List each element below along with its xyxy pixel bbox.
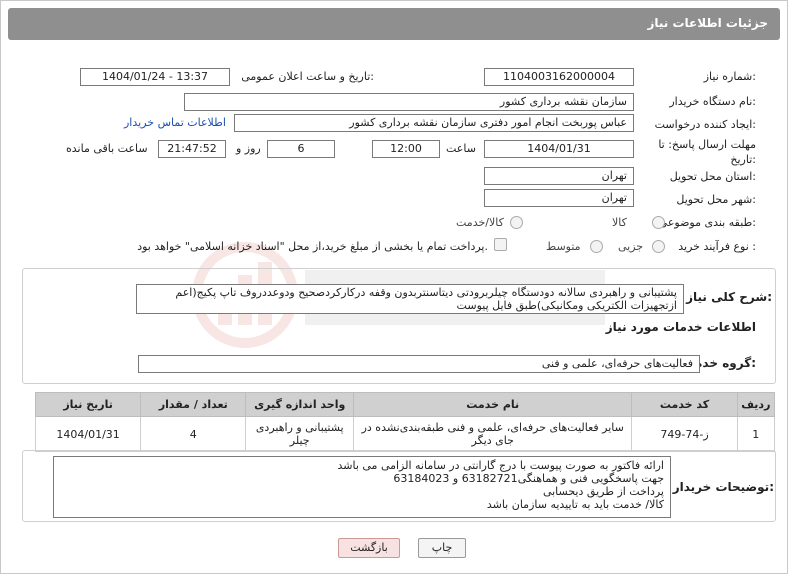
province-field: تهران	[484, 167, 634, 185]
page-title: جزئیات اطلاعات نیاز	[647, 16, 768, 30]
announce-date-field: 1404/01/24 - 13:37	[80, 68, 230, 86]
city-field: تهران	[484, 189, 634, 207]
province-label: استان محل تحویل:	[669, 170, 756, 183]
buyer-note-line: پرداخت از طریق دیحسابی	[542, 485, 664, 498]
city-label: شهر محل تحویل:	[676, 193, 756, 206]
description-label: شرح کلی نیاز:	[686, 290, 772, 304]
process-option-minor: جزیی	[618, 240, 644, 253]
cell-unit: پشتیبانی و راهبردی چیلر	[245, 416, 355, 452]
cell-service-name: سایر فعالیت‌های حرفه‌ای، علمی و فنی طبقه…	[353, 416, 633, 452]
deadline-time-field: 12:00	[372, 140, 440, 158]
deadline-date-field: 1404/01/31	[484, 140, 634, 158]
page-header: جزئیات اطلاعات نیاز	[8, 8, 780, 40]
col-unit: واحد اندازه گیری	[245, 392, 355, 417]
table-header-row: ردیف کد خدمت نام خدمت واحد اندازه گیری ت…	[34, 392, 776, 417]
buyer-contact-link[interactable]: اطلاعات تماس خریدار	[124, 116, 226, 129]
print-button[interactable]: چاپ	[418, 538, 466, 558]
treasury-payment-checkbox[interactable]	[494, 238, 507, 251]
col-index: ردیف	[736, 392, 776, 417]
buyer-notes-label: توضیحات خریدار:	[672, 480, 774, 494]
buyer-note-line: کالا/ خدمت باید به تاییدیه سازمان باشد	[486, 498, 664, 511]
days-label: روز و	[236, 142, 261, 155]
services-section-title: اطلاعات خدمات مورد نیاز	[605, 320, 756, 334]
creator-label: ایجاد کننده درخواست:	[654, 118, 756, 131]
remaining-time-label: ساعت باقی مانده	[66, 142, 148, 155]
services-table: ردیف کد خدمت نام خدمت واحد اندازه گیری ت…	[34, 392, 776, 452]
description-field: پشتیبانی و راهبردی سالانه دودستگاه چیلرب…	[136, 284, 684, 314]
category-label: طبقه بندی موضوعی:	[658, 216, 756, 229]
category-radio-goods-service[interactable]	[510, 216, 523, 229]
col-need-date: تاریخ نیاز	[34, 392, 142, 417]
process-radio-medium[interactable]	[590, 240, 603, 253]
remaining-time-field: 21:47:52	[158, 140, 226, 158]
back-button[interactable]: بازگشت	[338, 538, 400, 558]
deadline-label: مهلت ارسال پاسخ: تا تاریخ:	[658, 138, 756, 166]
buyer-note-line: ارائه فاکتور به صورت پیوست با درج گارانت…	[337, 459, 664, 472]
col-quantity: تعداد / مقدار	[140, 392, 247, 417]
cell-service-code: ز-74-749	[631, 416, 738, 452]
cell-need-date: 1404/01/31	[34, 416, 142, 452]
table-row: 1 ز-74-749 سایر فعالیت‌های حرفه‌ای، علمی…	[34, 416, 776, 452]
creator-field: عباس پوربخت انجام امور دفتری سازمان نقشه…	[234, 114, 634, 132]
process-radio-minor[interactable]	[652, 240, 665, 253]
col-service-name: نام خدمت	[353, 392, 633, 417]
category-option-goods: کالا	[612, 216, 627, 229]
process-option-medium: متوسط	[546, 240, 581, 253]
category-option-goods-service: کالا/خدمت	[456, 216, 504, 229]
buyer-note-line: جهت پاسخگویی فنی و هماهنگی63182721 و 631…	[393, 472, 664, 485]
days-remaining-field: 6	[267, 140, 335, 158]
buyer-notes-field: ارائه فاکتور به صورت پیوست با درج گارانت…	[53, 456, 671, 518]
treasury-payment-note: پرداخت تمام یا بخشی از مبلغ خرید،از محل …	[137, 240, 488, 253]
buyer-org-field: سازمان نقشه برداری کشور	[184, 93, 634, 111]
need-number-field: 1104003162000004	[484, 68, 634, 86]
cell-index: 1	[736, 416, 776, 452]
col-service-code: کد خدمت	[631, 392, 738, 417]
announce-date-label: تاریخ و ساعت اعلان عمومی:	[241, 70, 374, 83]
deadline-time-label: ساعت	[446, 142, 476, 155]
buyer-org-label: نام دستگاه خریدار:	[669, 95, 756, 108]
need-number-label: شماره نیاز:	[703, 70, 756, 83]
category-radio-goods[interactable]	[652, 216, 665, 229]
process-label: نوع فرآیند خرید :	[678, 240, 756, 253]
service-group-field: فعالیت‌های حرفه‌ای، علمی و فنی	[138, 355, 700, 373]
cell-quantity: 4	[140, 416, 247, 452]
